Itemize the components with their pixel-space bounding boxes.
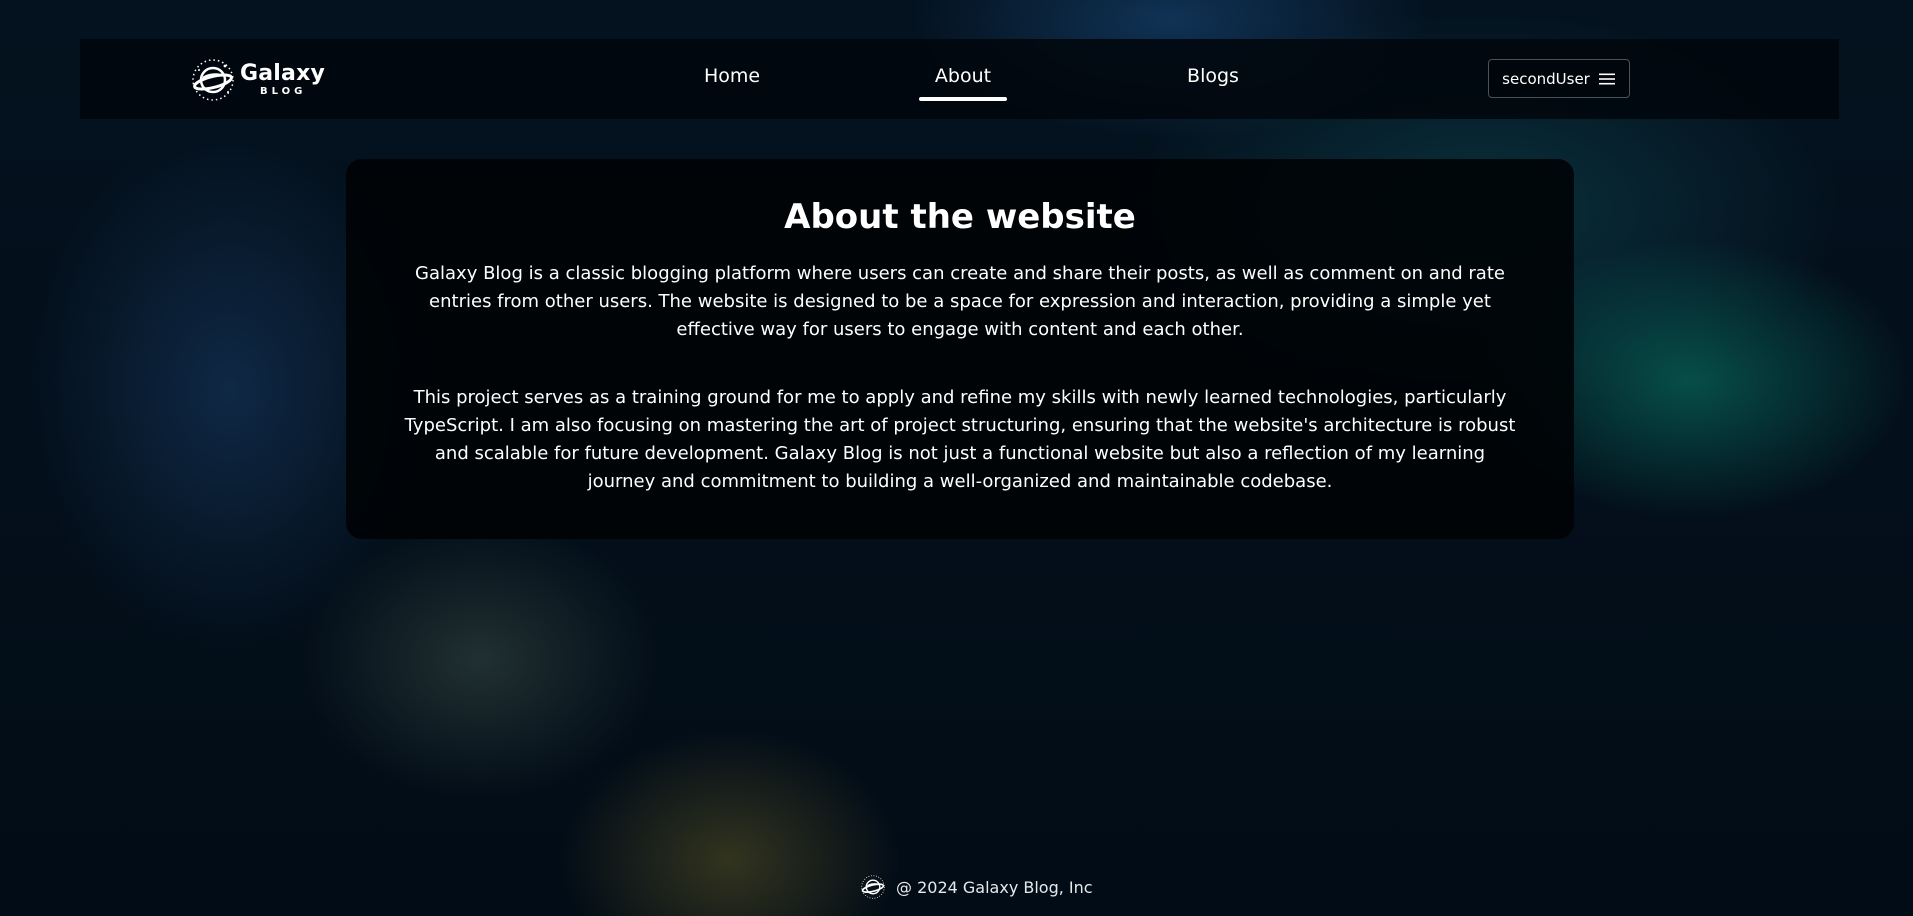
about-card: About the website Galaxy Blog is a class… — [346, 159, 1574, 539]
planet-icon — [861, 875, 885, 899]
about-paragraph-2: This project serves as a training ground… — [404, 387, 1516, 493]
logo-title: Galaxy — [240, 61, 326, 86]
site-logo[interactable]: Galaxy BLOG — [190, 55, 330, 105]
nav-link-home[interactable]: Home — [682, 65, 782, 87]
page-footer: @ 2024 Galaxy Blog, Inc — [860, 873, 1093, 901]
about-paragraph-1: Galaxy Blog is a classic blogging platfo… — [415, 263, 1505, 341]
nav-link-about[interactable]: About — [919, 65, 1007, 87]
nav-link-blogs[interactable]: Blogs — [1163, 65, 1263, 87]
page-title: About the website — [784, 197, 1136, 237]
footer-copyright: @ 2024 Galaxy Blog, Inc — [896, 877, 1093, 897]
user-menu-button[interactable]: secondUser — [1488, 59, 1630, 98]
top-navbar: Galaxy BLOG Home About Blogs secondUser — [80, 39, 1839, 119]
planet-icon — [192, 59, 234, 101]
active-nav-indicator — [919, 97, 1007, 101]
logo-subtitle: BLOG — [260, 86, 307, 97]
username-label: secondUser — [1502, 69, 1590, 88]
menu-icon — [1598, 73, 1615, 84]
logo-wordmark: Galaxy BLOG — [240, 63, 325, 97]
